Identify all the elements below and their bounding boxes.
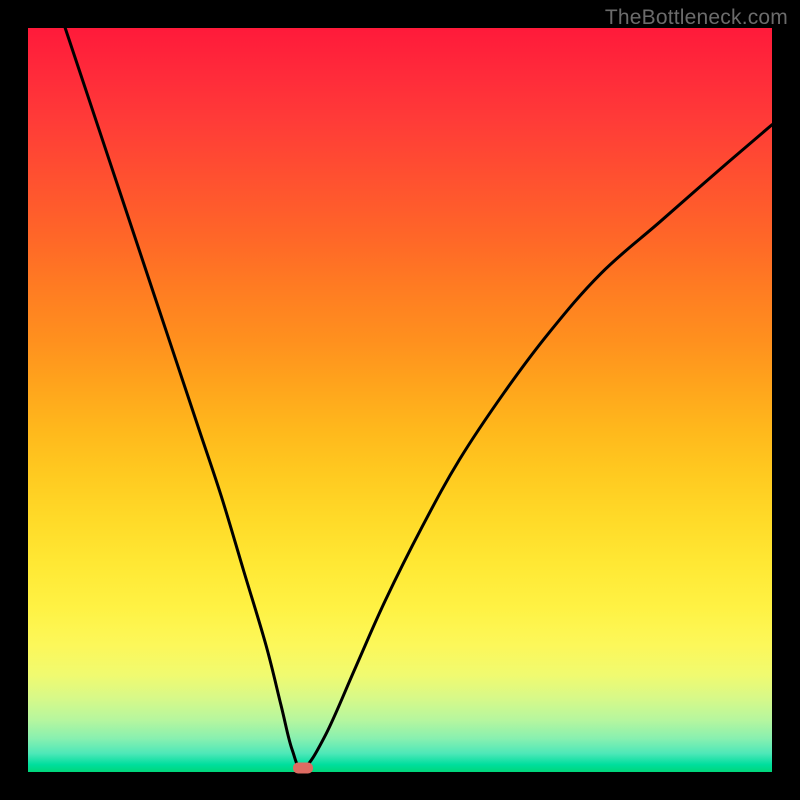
bottleneck-curve bbox=[65, 28, 772, 769]
watermark-text: TheBottleneck.com bbox=[605, 6, 788, 30]
plot-area bbox=[28, 28, 772, 772]
curve-layer bbox=[28, 28, 772, 772]
minimum-marker bbox=[293, 763, 313, 774]
chart-container: TheBottleneck.com bbox=[0, 0, 800, 800]
